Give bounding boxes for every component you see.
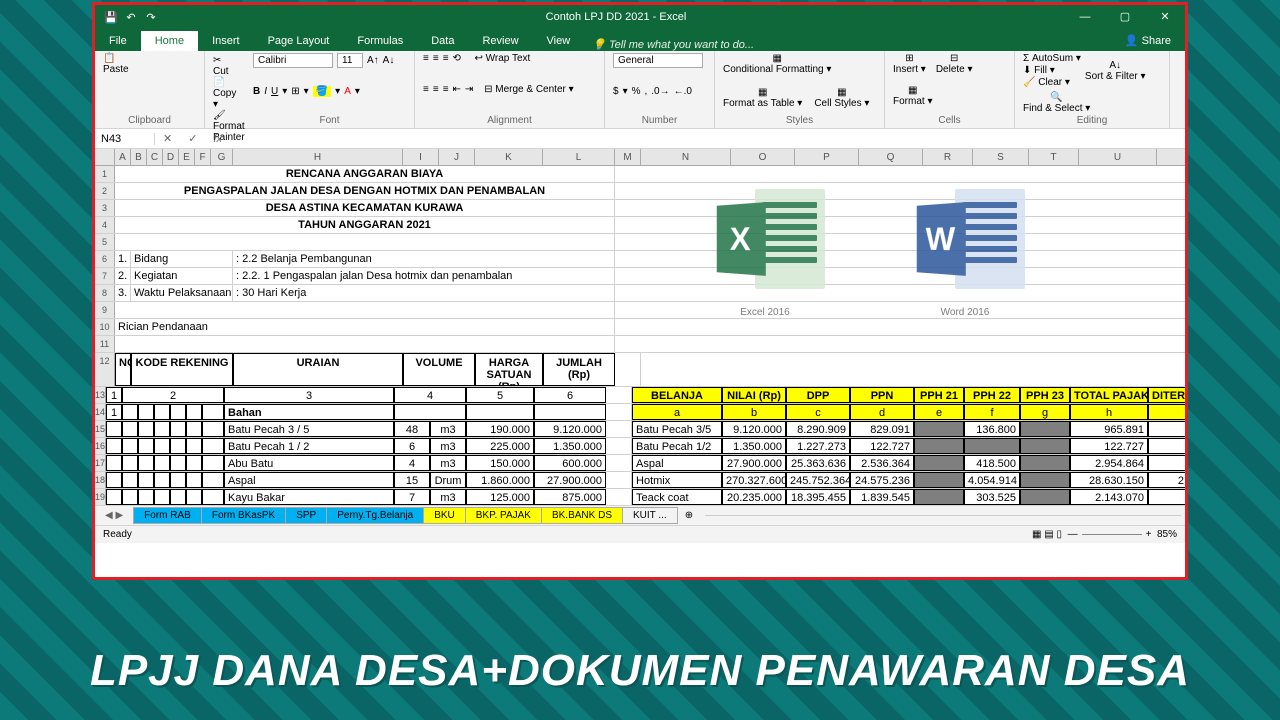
tab-data[interactable]: Data (417, 31, 468, 51)
cond-format-button[interactable]: ▦Conditional Formatting ▾ (723, 53, 831, 75)
maximize-button[interactable]: ▢ (1105, 5, 1145, 29)
find-select-button[interactable]: 🔍Find & Select ▾ (1023, 92, 1090, 114)
tab-page-layout[interactable]: Page Layout (254, 31, 344, 51)
view-layout-icon[interactable]: ▤ (1044, 529, 1053, 540)
zoom-level[interactable]: 85% (1157, 529, 1177, 540)
number-format[interactable]: General (613, 53, 703, 68)
fill-button[interactable]: ⬇ Fill ▾ (1023, 65, 1081, 76)
indent-inc-icon[interactable]: ⇥ (465, 84, 473, 95)
align-mid-icon[interactable]: ≡ (433, 53, 439, 64)
align-ctr-icon[interactable]: ≡ (433, 84, 439, 95)
tab-view[interactable]: View (533, 31, 585, 51)
tab-file[interactable]: File (95, 31, 141, 51)
view-break-icon[interactable]: ▯ (1057, 529, 1063, 540)
italic-button[interactable]: I (264, 86, 267, 97)
new-sheet-button[interactable]: ⊕ (677, 510, 701, 521)
insert-button[interactable]: ⊞Insert ▾ (893, 53, 926, 75)
fx-icon[interactable]: fx (205, 133, 230, 145)
cancel-icon[interactable]: ✕ (155, 132, 180, 145)
tab-insert[interactable]: Insert (198, 31, 254, 51)
titlebar: 💾 ↶ ↷ Contoh LPJ DD 2021 - Excel — ▢ ✕ (95, 5, 1185, 29)
share-button[interactable]: 👤 Share (1111, 30, 1185, 51)
align-top-icon[interactable]: ≡ (423, 53, 429, 64)
font-size[interactable]: 11 (337, 53, 363, 68)
align-bot-icon[interactable]: ≡ (443, 53, 449, 64)
underline-button[interactable]: U (271, 86, 278, 97)
tab-home[interactable]: Home (141, 31, 198, 51)
close-button[interactable]: ✕ (1145, 5, 1185, 29)
view-normal-icon[interactable]: ▦ (1032, 529, 1041, 540)
font-name[interactable]: Calibri (253, 53, 333, 68)
sheet-tabs: ◀ ▶ Form RABForm BKasPKSPPPerny.Tg.Belan… (95, 505, 1185, 525)
fill-color-icon[interactable]: 🪣 (313, 86, 331, 97)
align-right-icon[interactable]: ≡ (443, 84, 449, 95)
save-icon[interactable]: 💾 (103, 11, 119, 24)
tell-me[interactable]: 💡 Tell me what you want to do... (592, 38, 754, 51)
sheet-tab[interactable]: BK.BANK DS (541, 507, 623, 524)
window-title: Contoh LPJ DD 2021 - Excel (167, 11, 1065, 23)
sheet-tab[interactable]: Form RAB (133, 507, 202, 524)
shrink-font-icon[interactable]: A↓ (383, 55, 395, 66)
word-icon[interactable]: W Word 2016 (905, 179, 1025, 299)
sheet-tab[interactable]: BKP. PAJAK (465, 507, 542, 524)
format-button[interactable]: ▦Format ▾ (893, 85, 932, 107)
sheet-tab[interactable]: KUIT ... (622, 507, 678, 524)
sheet-tab[interactable]: Perny.Tg.Belanja (326, 507, 424, 524)
currency-icon[interactable]: $ (613, 86, 619, 97)
status-bar: Ready ▦ ▤ ▯ — + 85% (95, 525, 1185, 543)
merge-button[interactable]: ⊟ Merge & Center ▾ (484, 84, 574, 95)
sheet-tab[interactable]: Form BKasPK (201, 507, 286, 524)
redo-icon[interactable]: ↷ (143, 11, 159, 24)
sheet-nav[interactable]: ◀ ▶ (95, 510, 133, 521)
align-left-icon[interactable]: ≡ (423, 84, 429, 95)
bold-button[interactable]: B (253, 86, 260, 97)
dec-dec-icon[interactable]: ←.0 (674, 86, 692, 97)
ribbon: 📋Paste Clipboard ✂ Cut 📄 Copy ▾ 🖌 Format… (95, 51, 1185, 129)
zoom-out-icon[interactable]: — (1068, 529, 1078, 540)
tab-review[interactable]: Review (468, 31, 532, 51)
spreadsheet-grid[interactable]: ABCDEFGHIJKLMNOPQRSTU 1RENCANA ANGGARAN … (95, 149, 1185, 505)
copy-button[interactable]: Copy (213, 88, 236, 99)
grow-font-icon[interactable]: A↑ (367, 55, 379, 66)
tab-formulas[interactable]: Formulas (343, 31, 417, 51)
excel-icon[interactable]: X Excel 2016 (705, 179, 825, 299)
paste-button[interactable]: 📋Paste (103, 53, 129, 75)
cut-button[interactable]: Cut (213, 66, 229, 77)
delete-button[interactable]: ⊟Delete ▾ (936, 53, 973, 75)
dec-inc-icon[interactable]: .0→ (651, 86, 669, 97)
status-ready: Ready (103, 529, 132, 540)
banner-text: LPJJ DANA DESA+DOKUMEN PENAWARAN DESA (0, 646, 1280, 696)
wrap-text-button[interactable]: ↩ Wrap Text (474, 53, 530, 64)
minimize-button[interactable]: — (1065, 5, 1105, 29)
undo-icon[interactable]: ↶ (123, 11, 139, 24)
percent-icon[interactable]: % (632, 86, 641, 97)
format-table-button[interactable]: ▦Format as Table ▾ (723, 87, 802, 109)
orient-icon[interactable]: ⟲ (453, 53, 461, 64)
border-icon[interactable]: ⊞ (291, 86, 299, 97)
enter-icon[interactable]: ✓ (180, 132, 205, 145)
comma-icon[interactable]: , (645, 86, 648, 97)
ribbon-tabs: File Home Insert Page Layout Formulas Da… (95, 29, 1185, 51)
font-color-icon[interactable]: A (344, 86, 351, 97)
zoom-in-icon[interactable]: + (1146, 529, 1152, 540)
sort-filter-button[interactable]: A↓Sort & Filter ▾ (1085, 60, 1146, 82)
indent-dec-icon[interactable]: ⇤ (453, 84, 461, 95)
formula-bar: N43 ✕ ✓ fx (95, 129, 1185, 149)
clear-button[interactable]: 🧹 Clear ▾ (1023, 77, 1081, 88)
sheet-tab[interactable]: BKU (423, 507, 466, 524)
sheet-tab[interactable]: SPP (285, 507, 327, 524)
autosum-button[interactable]: Σ AutoSum ▾ (1023, 53, 1081, 64)
cell-styles-button[interactable]: ▦Cell Styles ▾ (814, 87, 869, 109)
name-box[interactable]: N43 (95, 133, 155, 145)
excel-window: 💾 ↶ ↷ Contoh LPJ DD 2021 - Excel — ▢ ✕ F… (92, 2, 1188, 580)
